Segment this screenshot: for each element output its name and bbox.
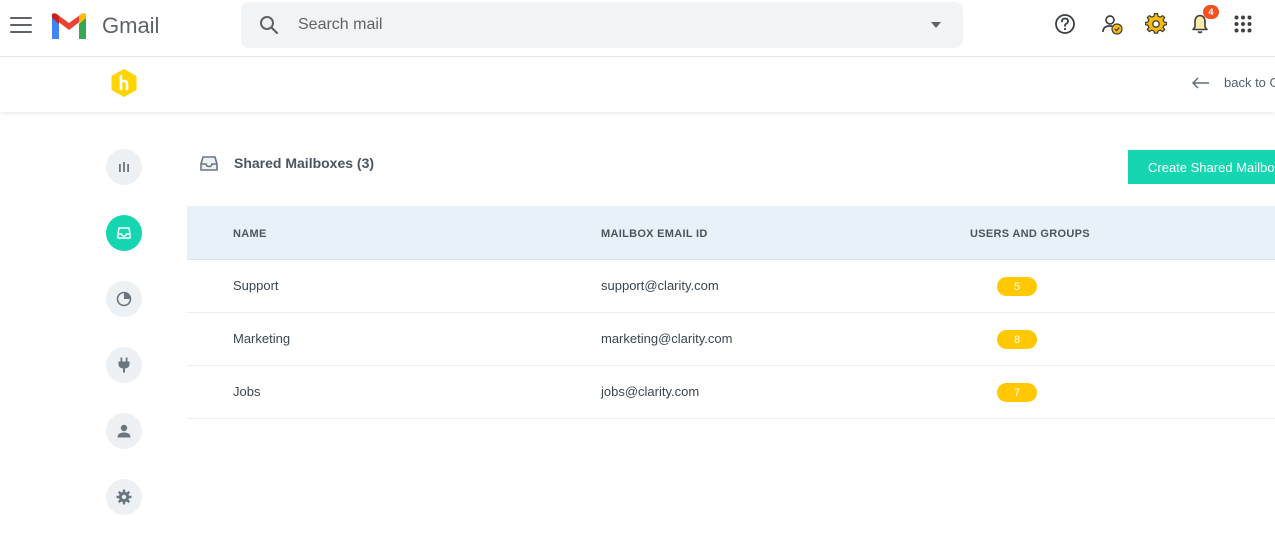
inbox-tray-icon <box>117 227 131 239</box>
sidebar-item-users[interactable] <box>106 413 142 449</box>
main-menu-icon[interactable] <box>10 14 32 36</box>
search-options-dropdown-icon[interactable] <box>931 22 941 28</box>
inbox-tray-icon <box>200 155 218 171</box>
help-icon[interactable] <box>1053 12 1077 36</box>
column-header-email[interactable]: MAILBOX EMAIL ID <box>601 228 708 240</box>
sidebar-item-reports[interactable] <box>106 281 142 317</box>
back-link-label: back to G <box>1224 75 1275 90</box>
table-row[interactable]: Support support@clarity.com 5 <box>187 260 1275 313</box>
gmail-topbar: Gmail Search mail 4 <box>0 0 1275 57</box>
shared-mailboxes-table: NAME MAILBOX EMAIL ID USERS AND GROUPS S… <box>187 206 1275 419</box>
mailbox-email: support@clarity.com <box>601 278 719 293</box>
pie-chart-icon <box>116 291 132 307</box>
search-bar[interactable]: Search mail <box>241 2 963 48</box>
users-count-badge[interactable]: 8 <box>997 330 1037 349</box>
section-heading: Shared Mailboxes (3) <box>200 155 374 171</box>
mailbox-email: jobs@clarity.com <box>601 384 700 399</box>
account-status-icon[interactable] <box>1100 12 1124 36</box>
apps-grid-icon[interactable] <box>1231 12 1255 36</box>
settings-gear-icon[interactable] <box>1144 12 1168 36</box>
create-shared-mailbox-button[interactable]: Create Shared Mailbox <box>1128 150 1275 184</box>
mailbox-name: Marketing <box>233 331 291 346</box>
users-count-badge[interactable]: 5 <box>997 277 1037 296</box>
page-title: Shared Mailboxes (3) <box>234 155 375 171</box>
column-header-name[interactable]: NAME <box>233 228 267 240</box>
users-count-badge[interactable]: 7 <box>997 383 1037 402</box>
extension-logo-icon[interactable] <box>110 68 138 103</box>
table-row[interactable]: Jobs jobs@clarity.com 7 <box>187 366 1275 419</box>
mailbox-name: Jobs <box>233 384 261 399</box>
gmail-logo-icon[interactable] <box>50 13 88 44</box>
search-icon[interactable] <box>259 15 279 35</box>
table-header: NAME MAILBOX EMAIL ID USERS AND GROUPS <box>187 206 1275 260</box>
column-header-users-groups[interactable]: USERS AND GROUPS <box>970 228 1090 240</box>
arrow-left-icon <box>1192 77 1209 88</box>
sidebar-item-dashboard[interactable] <box>106 149 142 185</box>
user-icon <box>117 424 131 438</box>
notification-count-badge: 4 <box>1203 5 1219 19</box>
plug-icon <box>118 357 130 373</box>
extension-header: back to G <box>0 57 1275 112</box>
gear-icon <box>116 489 132 505</box>
sidebar-item-settings[interactable] <box>106 479 142 515</box>
sidebar-item-shared-mailboxes[interactable] <box>106 215 142 251</box>
mailbox-email: marketing@clarity.com <box>601 331 733 346</box>
table-row[interactable]: Marketing marketing@clarity.com 8 <box>187 313 1275 366</box>
gmail-wordmark[interactable]: Gmail <box>102 13 159 39</box>
back-to-gmail-link[interactable]: back to G <box>1192 75 1275 90</box>
sidebar-item-integrations[interactable] <box>106 347 142 383</box>
search-input[interactable]: Search mail <box>298 16 382 34</box>
bar-chart-icon <box>119 162 129 172</box>
mailbox-name: Support <box>233 278 279 293</box>
